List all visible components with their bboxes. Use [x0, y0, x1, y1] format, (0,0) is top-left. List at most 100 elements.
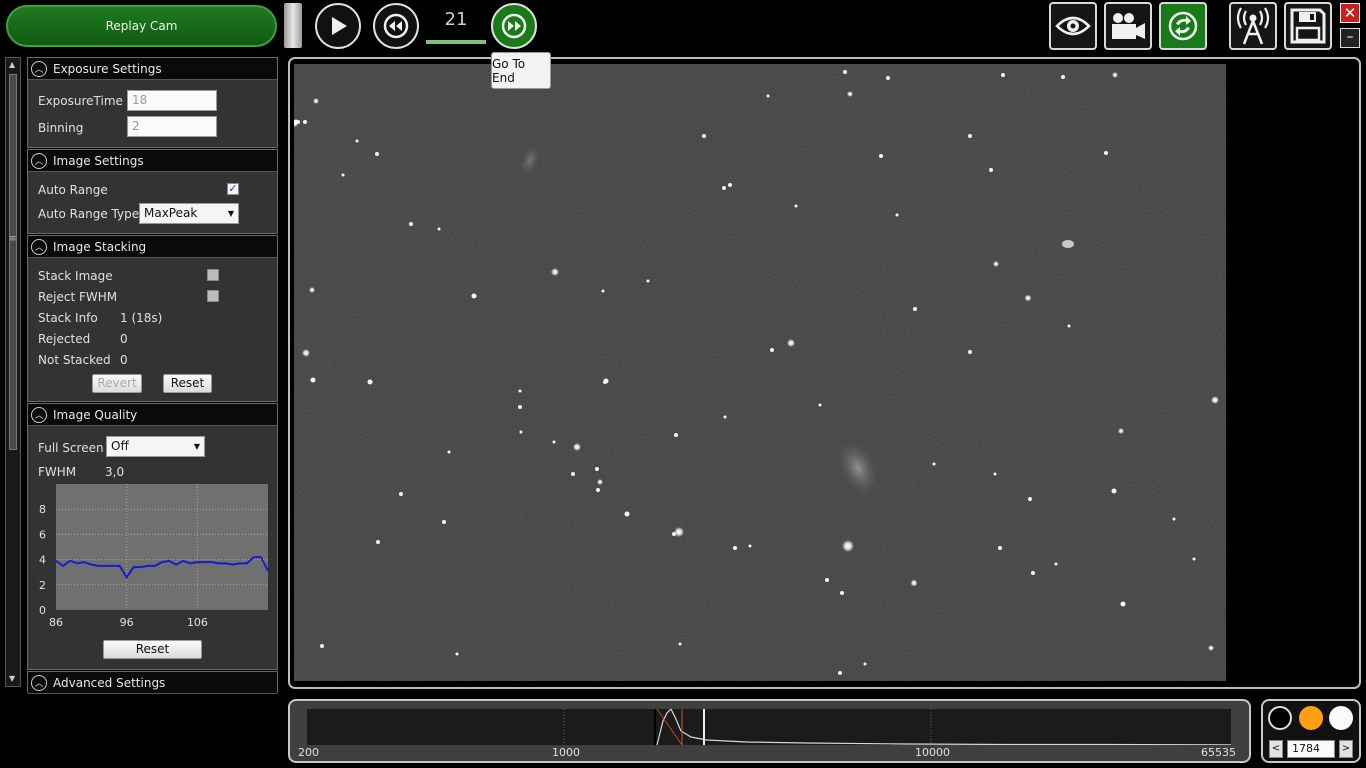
collapse-icon: ︿: [31, 152, 47, 169]
star: [375, 152, 379, 156]
star: [722, 186, 726, 190]
section-title: Image Stacking: [53, 239, 147, 254]
stretch-value-field[interactable]: 1784: [1287, 740, 1335, 758]
star: [1211, 396, 1219, 404]
image-quality-panel: ︿ Image Quality Full Screen Off ▼ FWHM 3…: [27, 403, 278, 670]
section-title: Advanced Settings: [53, 675, 166, 690]
star: [309, 287, 315, 293]
star: [672, 532, 676, 536]
star: [748, 544, 752, 548]
histogram-label-1000: 1000: [552, 746, 580, 759]
star: [674, 433, 678, 437]
star: [932, 462, 936, 466]
white-point-button[interactable]: [1329, 706, 1353, 730]
close-button[interactable]: ✕: [1340, 3, 1360, 23]
binning-field[interactable]: 2: [127, 116, 217, 137]
exposure-time-field[interactable]: 18: [127, 90, 217, 111]
star: [998, 546, 1002, 550]
star: [1028, 497, 1032, 501]
mid-point-button[interactable]: [1299, 706, 1323, 730]
star: [842, 540, 854, 552]
star: [910, 579, 918, 587]
star: [1031, 571, 1035, 575]
image-settings-header[interactable]: ︿ Image Settings: [28, 150, 277, 172]
star: [886, 76, 890, 80]
star: [399, 492, 403, 496]
star: [733, 546, 737, 550]
auto-range-checkbox[interactable]: ✓: [227, 183, 239, 195]
scroll-down-icon[interactable]: ▼: [9, 674, 15, 683]
frame-progress-bar: [426, 40, 486, 44]
star: [1024, 294, 1032, 302]
fwhm-reset-button[interactable]: Reset: [103, 640, 202, 659]
go-to-end-tooltip: Go To End: [491, 52, 551, 89]
auto-range-type-label: Auto Range Type: [38, 207, 140, 221]
rewind-icon: [383, 13, 409, 39]
chart-plot-area: [56, 484, 268, 610]
exposure-settings-panel: ︿ Exposure Settings ExposureTime 18 Binn…: [27, 57, 278, 148]
full-screen-select[interactable]: Off ▼: [106, 436, 205, 457]
star: [442, 520, 446, 524]
star: [863, 662, 867, 666]
go-to-start-button[interactable]: [373, 3, 419, 49]
chart-ytick-label: 8: [39, 503, 46, 516]
minimize-icon: –: [1346, 29, 1354, 45]
section-title: Image Settings: [53, 153, 144, 168]
stretch-decrease-button[interactable]: <: [1269, 740, 1283, 758]
connection-button[interactable]: [1229, 2, 1277, 50]
star: [571, 472, 575, 476]
star: [838, 671, 842, 675]
stack-image-checkbox[interactable]: [207, 269, 219, 281]
not-stacked-value: 0: [120, 353, 128, 367]
stretch-increase-button[interactable]: >: [1339, 740, 1353, 758]
save-button[interactable]: [1284, 2, 1332, 50]
stack-reset-button[interactable]: Reset: [163, 374, 212, 393]
star: [455, 652, 459, 656]
star: [825, 578, 829, 582]
reject-fwhm-checkbox[interactable]: [207, 290, 219, 302]
histogram[interactable]: [307, 709, 1231, 745]
star: [1054, 562, 1058, 566]
revert-button[interactable]: Revert: [92, 374, 142, 393]
star: [968, 134, 972, 138]
image-stacking-panel: ︿ Image Stacking Stack Image Reject FWHM…: [27, 235, 278, 402]
star: [702, 134, 706, 138]
star: [989, 168, 993, 172]
scroll-thumb[interactable]: [9, 74, 17, 450]
histogram-label-min: 200: [298, 746, 319, 759]
advanced-settings-header[interactable]: ︿ Advanced Settings: [28, 672, 277, 694]
star: [913, 307, 917, 311]
star: [376, 540, 380, 544]
scroll-up-icon[interactable]: ▲: [9, 60, 15, 69]
chart-ytick-label: 0: [39, 604, 46, 617]
auto-range-type-select[interactable]: MaxPeak ▼: [139, 203, 239, 224]
section-title: Exposure Settings: [53, 61, 162, 76]
go-to-end-button[interactable]: [491, 3, 537, 49]
panel-splitter-handle[interactable]: [284, 3, 302, 48]
star: [320, 644, 324, 648]
settings-scrollbar[interactable]: ▲ ≡ ▼: [5, 57, 21, 687]
chart-ytick-label: 4: [39, 554, 46, 567]
floppy-disk-icon: [1290, 8, 1326, 44]
camera-image[interactable]: [294, 64, 1226, 681]
histogram-label-max: 65535: [1201, 746, 1236, 759]
fwhm-label: FWHM: [38, 465, 77, 479]
star: [518, 389, 522, 393]
star: [678, 642, 682, 646]
star: [1112, 72, 1118, 78]
image-stacking-header[interactable]: ︿ Image Stacking: [28, 236, 277, 258]
minimize-button[interactable]: –: [1340, 28, 1360, 48]
replay-cam-button[interactable]: Replay Cam: [6, 5, 277, 47]
camera-button[interactable]: [1104, 2, 1152, 50]
rejected-value: 0: [120, 332, 128, 346]
view-button[interactable]: [1049, 2, 1097, 50]
play-button[interactable]: [315, 3, 361, 49]
exposure-settings-header[interactable]: ︿ Exposure Settings: [28, 58, 277, 80]
sync-button[interactable]: [1159, 2, 1207, 50]
video-camera-icon: [1112, 13, 1145, 39]
image-quality-header[interactable]: ︿ Image Quality: [28, 404, 277, 426]
star: [1118, 428, 1124, 434]
chart-ytick-label: 6: [39, 528, 46, 541]
star: [1111, 488, 1117, 494]
black-point-button[interactable]: [1268, 706, 1292, 730]
